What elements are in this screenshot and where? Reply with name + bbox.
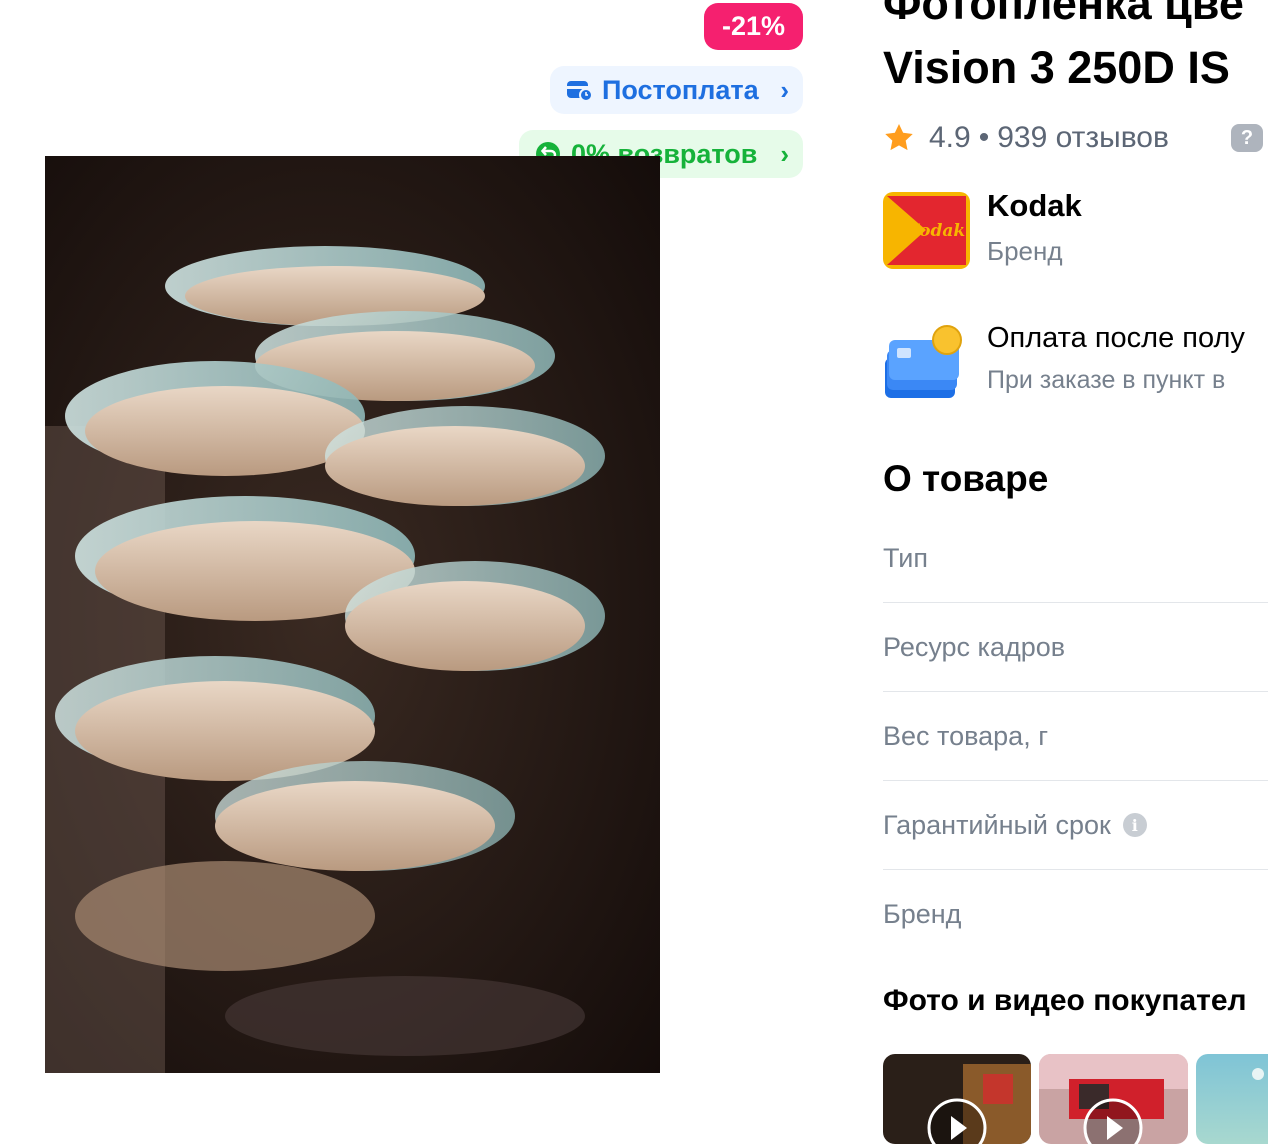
media-thumb[interactable] xyxy=(883,1054,1031,1144)
info-icon[interactable]: i xyxy=(1122,813,1147,837)
rating-value: 4.9 xyxy=(929,121,971,154)
spec-row: Гарантийный срок i xyxy=(883,781,1268,870)
brand-role-label: Бренд xyxy=(987,236,1063,266)
spec-label: Тип xyxy=(883,542,929,573)
payment-subtitle: При заказе в пункт в xyxy=(987,366,1226,394)
product-photo[interactable] xyxy=(45,156,660,1073)
about-heading: О товаре xyxy=(883,458,1049,499)
question-icon[interactable]: ? xyxy=(1231,124,1263,152)
spec-label: Бренд xyxy=(883,899,962,929)
buyer-media-heading: Фото и видео покупател xyxy=(883,984,1247,1017)
chevron-right-icon: › xyxy=(780,138,789,169)
rating-separator: • xyxy=(978,121,990,154)
spec-row: Вес товара, г xyxy=(883,692,1268,781)
rating-row[interactable]: 4.9 • 939 отзывов xyxy=(883,116,1268,160)
svg-text:Kodak: Kodak xyxy=(904,221,965,241)
spec-label: Ресурс кадров xyxy=(883,631,1066,662)
spec-row: Ресурс кадров xyxy=(883,603,1268,692)
brand-logo[interactable]: Kodak xyxy=(883,192,970,269)
reviews-count[interactable]: 939 отзывов xyxy=(997,121,1169,155)
media-thumb[interactable] xyxy=(1196,1054,1268,1144)
brand-name[interactable]: Kodak xyxy=(987,188,1082,224)
star-icon xyxy=(885,124,913,151)
payment-cards-icon xyxy=(885,325,962,398)
spec-label: Гарантийный срок xyxy=(883,809,1111,840)
spec-row: Бренд xyxy=(883,870,1268,959)
spec-row: Тип xyxy=(883,514,1268,603)
postpay-label: Постоплата xyxy=(602,74,759,105)
postpay-badge[interactable]: Постоплата › xyxy=(550,66,803,114)
wallet-clock-icon xyxy=(567,81,592,102)
media-thumb[interactable] xyxy=(1039,1054,1188,1144)
spec-label: Вес товара, г xyxy=(883,720,1049,751)
product-title: Фотопленка цве Vision 3 250D IS xyxy=(883,0,1244,93)
chevron-right-icon: › xyxy=(780,74,789,105)
discount-badge: -21% xyxy=(704,3,803,50)
payment-title[interactable]: Оплата после полу xyxy=(987,322,1268,355)
